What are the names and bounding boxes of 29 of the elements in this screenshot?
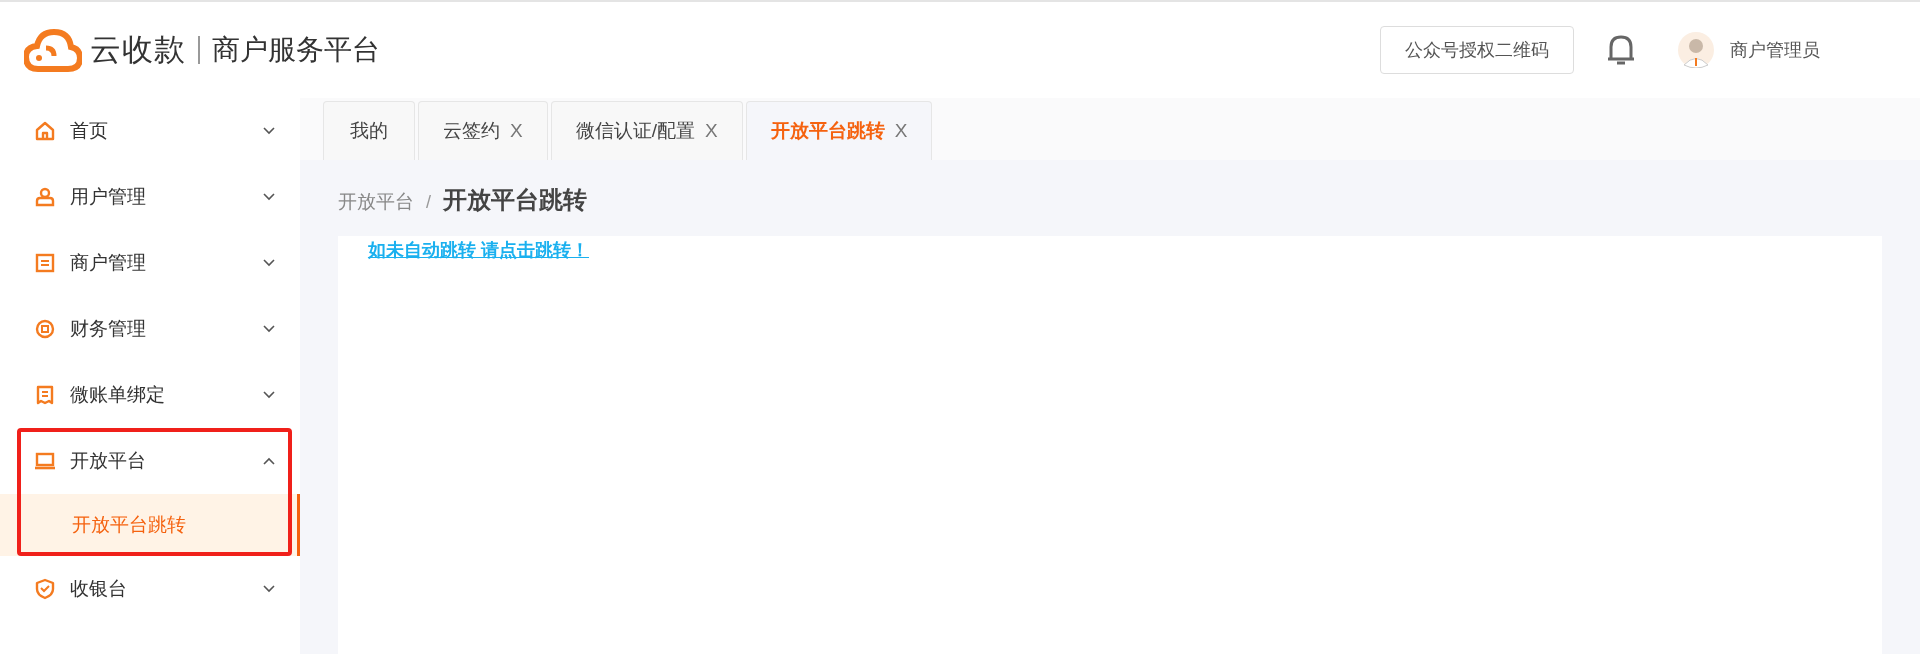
tab[interactable]: 我的 <box>323 101 415 160</box>
user-name[interactable]: 商户管理员 <box>1730 38 1820 62</box>
sidebar-item[interactable]: 首页 <box>0 98 300 164</box>
sidebar-item[interactable]: 收银台 <box>0 556 300 622</box>
sidebar-item[interactable]: 用户管理 <box>0 164 300 230</box>
bell-icon[interactable] <box>1606 33 1636 67</box>
sidebar-item[interactable]: 微账单绑定 <box>0 362 300 428</box>
laptop-icon <box>34 450 56 472</box>
sidebar-item[interactable]: 商户管理 <box>0 230 300 296</box>
coin-icon <box>34 318 56 340</box>
receipt-icon <box>34 384 56 406</box>
tab[interactable]: 云签约 X <box>418 101 548 160</box>
close-icon[interactable]: X <box>704 120 718 142</box>
cloud-logo-icon <box>24 28 82 72</box>
tab[interactable]: 开放平台跳转 X <box>745 101 933 160</box>
card-icon <box>34 252 56 274</box>
tab[interactable]: 微信认证/配置 X <box>550 101 743 160</box>
page-title: 开放平台跳转 <box>443 185 587 215</box>
sidebar-item[interactable]: 开放平台 <box>0 428 300 494</box>
brand-name: 云收款 <box>90 31 186 69</box>
close-icon[interactable]: X <box>510 120 523 142</box>
breadcrumb-separator: / <box>426 192 431 213</box>
person-icon <box>34 186 56 208</box>
sidebar-item[interactable]: 财务管理 <box>0 296 300 362</box>
platform-title: 商户服务平台 <box>212 33 380 67</box>
close-icon[interactable]: X <box>894 120 908 142</box>
qr-code-button[interactable]: 公众号授权二维码 <box>1380 26 1574 74</box>
house-icon <box>34 120 56 142</box>
shield-icon <box>34 578 56 600</box>
